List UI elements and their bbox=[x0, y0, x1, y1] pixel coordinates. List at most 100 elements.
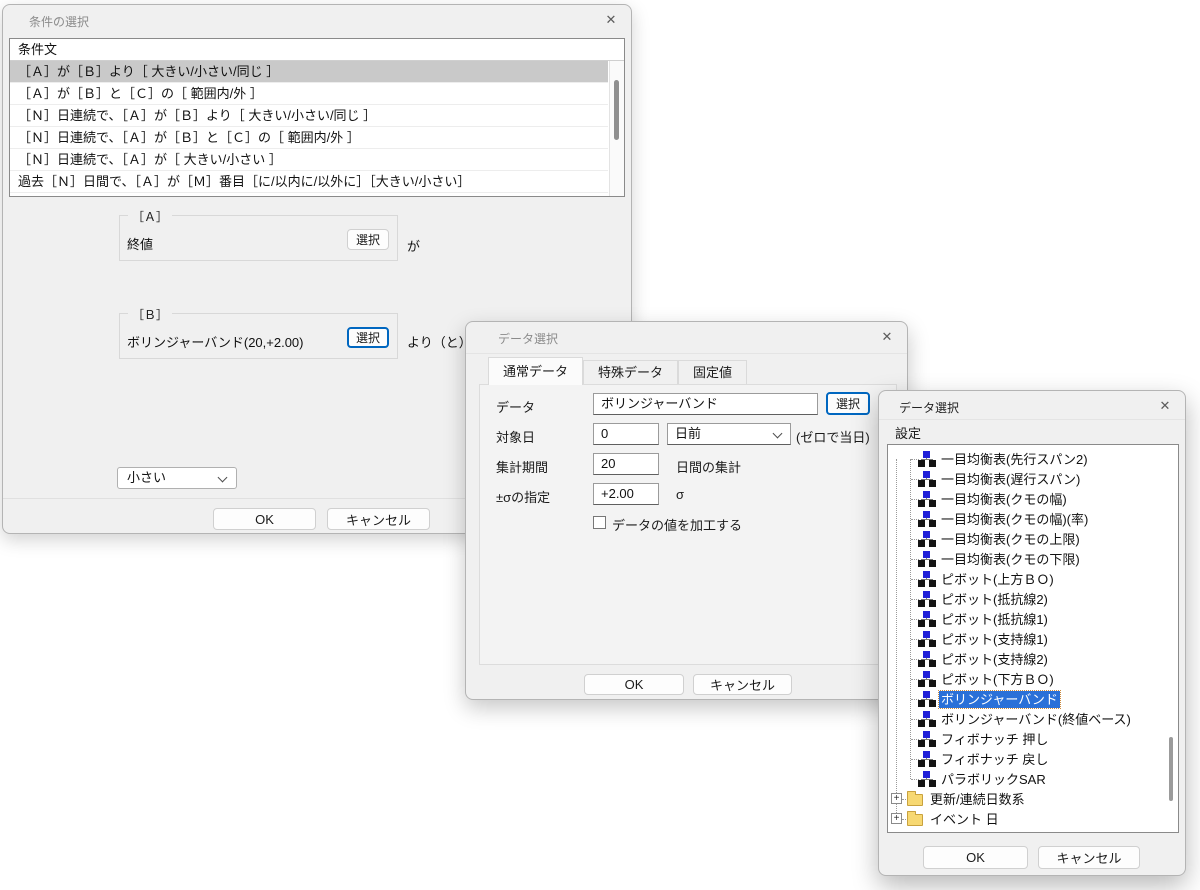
chevron-down-icon bbox=[217, 472, 228, 483]
tree-item-label: パラボリックSAR bbox=[941, 771, 1046, 787]
indicator-tree[interactable]: 一目均衡表(先行スパン2) 一目均衡表(遅行スパン) 一目均衡表(クモの幅) 一目均衡… bbox=[887, 444, 1179, 833]
process-value-checkbox[interactable] bbox=[593, 516, 606, 529]
sigma-label: ±σの指定 bbox=[496, 490, 551, 505]
indicator-icon bbox=[918, 571, 936, 587]
tree-leaf-item[interactable]: パラボリックSAR bbox=[888, 769, 1162, 789]
data-select-dialog: データ選択 ✕ 通常データ 特殊データ 固定値 データ ボリンジャーバンド 選択… bbox=[465, 321, 908, 700]
period-label: 集計期間 bbox=[496, 460, 549, 475]
expand-plus-icon[interactable]: + bbox=[891, 813, 902, 824]
menu-settings[interactable]: 設定 bbox=[891, 422, 925, 443]
tree-leaf-item[interactable]: ピボット(抵抗線2) bbox=[888, 589, 1162, 609]
tab-fixed-value[interactable]: 固定値 bbox=[678, 360, 748, 385]
tree-leaf-item[interactable]: ピボット(支持線1) bbox=[888, 629, 1162, 649]
tree-item-label: イベント 日 bbox=[930, 811, 999, 827]
scrollbar-thumb[interactable] bbox=[614, 80, 619, 140]
tree-item-label: フィボナッチ 押し bbox=[941, 731, 1049, 747]
tree-leaf-item[interactable]: ボリンジャーバンド bbox=[888, 689, 1162, 709]
tree-leaf-item[interactable]: 一目均衡表(クモの上限) bbox=[888, 529, 1162, 549]
operand-a-select-button[interactable]: 選択 bbox=[347, 229, 389, 250]
indicator-icon bbox=[918, 711, 936, 727]
tree-item-label: 一目均衡表(クモの下限) bbox=[941, 551, 1080, 567]
condition-list-row[interactable]: ［Ｎ］日連続で、［Ａ］が［Ｂ］より［ 大きい/小さい/同じ ］ bbox=[10, 105, 608, 127]
sigma-input[interactable]: +2.00 bbox=[593, 483, 659, 505]
tree-leaf-item[interactable]: ピボット(抵抗線1) bbox=[888, 609, 1162, 629]
tree-leaf-item[interactable]: フィボナッチ 押し bbox=[888, 729, 1162, 749]
operand-b-value: ボリンジャーバンド(20,+2.00) bbox=[127, 335, 304, 350]
data-input[interactable]: ボリンジャーバンド bbox=[593, 393, 818, 415]
indicator-icon bbox=[918, 591, 936, 607]
operand-a-groupbox: ［Ａ］ 終値 選択 bbox=[119, 208, 398, 261]
condition-ok-button[interactable]: OK bbox=[213, 508, 316, 530]
tree-item-label: ピボット(下方ＢＯ) bbox=[941, 671, 1054, 687]
condition-list-row[interactable]: ［Ａ］が［Ｂ］と［Ｃ］の［ 範囲内/外 ］ bbox=[10, 83, 608, 105]
close-icon[interactable]: ✕ bbox=[600, 10, 622, 30]
data-ok-button[interactable]: OK bbox=[584, 674, 684, 695]
data-tree-dialog: データ選択 ✕ 設定 一目均衡表(先行スパン2) 一目均衡表(遅行スパン) 一目均衡… bbox=[878, 390, 1186, 876]
operand-b-select-button[interactable]: 選択 bbox=[347, 327, 389, 348]
condition-list-row[interactable]: ［Ａ］が［Ｂ］より［ 大きい/小さい/同じ ］ bbox=[10, 61, 608, 83]
condition-dialog-titlebar[interactable]: 条件の選択 ✕ bbox=[3, 5, 631, 33]
tree-ok-button[interactable]: OK bbox=[923, 846, 1028, 869]
condition-list-row[interactable]: ［Ｎ］日連続で、［Ａ］が［ 大きい/小さい ］ bbox=[10, 149, 608, 171]
target-day-input[interactable]: 0 bbox=[593, 423, 659, 445]
chevron-down-icon bbox=[772, 428, 783, 439]
tree-item-label: ピボット(支持線2) bbox=[941, 651, 1048, 667]
tree-leaf-item[interactable]: ピボット(上方ＢＯ) bbox=[888, 569, 1162, 589]
operand-b-label: ［Ｂ］ bbox=[128, 306, 173, 323]
tree-folder-item[interactable]: + 更新/連続日数系 bbox=[888, 789, 1162, 809]
condition-list-row[interactable]: ［Ｎ］日連続で、［Ａ］が［Ｂ］と［Ｃ］の［ 範囲内/外 ］ bbox=[10, 127, 608, 149]
tree-leaf-item[interactable]: 一目均衡表(遅行スパン) bbox=[888, 469, 1162, 489]
target-day-note: (ゼロで当日) bbox=[796, 430, 870, 445]
tab-special-data[interactable]: 特殊データ bbox=[583, 360, 679, 385]
indicator-icon bbox=[918, 651, 936, 667]
expand-plus-icon[interactable]: + bbox=[891, 793, 902, 804]
tree-leaf-item[interactable]: 一目均衡表(先行スパン2) bbox=[888, 449, 1162, 469]
condition-dialog-title: 条件の選択 bbox=[29, 15, 90, 29]
sigma-suffix: σ bbox=[676, 487, 685, 502]
data-dialog-titlebar[interactable]: データ選択 ✕ bbox=[466, 322, 907, 350]
condition-list[interactable]: 条件文 ［Ａ］が［Ｂ］より［ 大きい/小さい/同じ ］ ［Ａ］が［Ｂ］と［Ｃ］の［… bbox=[9, 38, 625, 197]
folder-icon bbox=[907, 791, 923, 806]
indicator-icon bbox=[918, 671, 936, 687]
tree-leaf-item[interactable]: ボリンジャーバンド(終値ベース) bbox=[888, 709, 1162, 729]
tree-item-label: ピボット(抵抗線1) bbox=[941, 611, 1048, 627]
indicator-icon bbox=[918, 491, 936, 507]
tree-leaf-item[interactable]: ピボット(支持線2) bbox=[888, 649, 1162, 669]
tree-item-label: ピボット(抵抗線2) bbox=[941, 591, 1048, 607]
process-value-checkbox-label: データの値を加工する bbox=[612, 518, 743, 533]
tree-item-label: ボリンジャーバンド(終値ベース) bbox=[941, 711, 1131, 727]
target-day-label: 対象日 bbox=[496, 430, 536, 445]
tree-dialog-title: データ選択 bbox=[899, 401, 960, 415]
tree-dialog-titlebar[interactable]: データ選択 ✕ bbox=[879, 391, 1185, 419]
tree-leaf-item[interactable]: フィボナッチ 戻し bbox=[888, 749, 1162, 769]
tree-item-label: 一目均衡表(クモの上限) bbox=[941, 531, 1080, 547]
data-cancel-button[interactable]: キャンセル bbox=[693, 674, 792, 695]
tree-item-label: 更新/連続日数系 bbox=[930, 791, 1025, 807]
tree-leaf-item[interactable]: ピボット(下方ＢＯ) bbox=[888, 669, 1162, 689]
condition-list-row[interactable]: 過去［Ｎ］日間で、［Ａ］が［Ｍ］番目［に/以内に/以外に］［大きい/小さい］ bbox=[10, 171, 608, 193]
tree-leaf-item[interactable]: 一目均衡表(クモの幅)(率) bbox=[888, 509, 1162, 529]
tab-normal-data[interactable]: 通常データ bbox=[488, 357, 584, 385]
target-day-unit-dropdown[interactable]: 日前 bbox=[667, 423, 791, 445]
comparison-dropdown[interactable]: 小さい bbox=[117, 467, 237, 489]
tree-item-label: ピボット(上方ＢＯ) bbox=[941, 571, 1054, 587]
indicator-icon bbox=[918, 451, 936, 467]
scrollbar-thumb[interactable] bbox=[1169, 737, 1173, 801]
comparison-dropdown-value: 小さい bbox=[127, 470, 167, 485]
indicator-icon bbox=[918, 691, 936, 707]
tree-item-label: 一目均衡表(クモの幅)(率) bbox=[941, 511, 1089, 527]
period-input[interactable]: 20 bbox=[593, 453, 659, 475]
close-icon[interactable]: ✕ bbox=[876, 327, 898, 347]
indicator-icon bbox=[918, 611, 936, 627]
tree-item-label: 一目均衡表(遅行スパン) bbox=[941, 471, 1081, 487]
close-icon[interactable]: ✕ bbox=[1154, 396, 1176, 416]
tree-cancel-button[interactable]: キャンセル bbox=[1038, 846, 1140, 869]
tree-leaf-item[interactable]: 一目均衡表(クモの下限) bbox=[888, 549, 1162, 569]
indicator-icon bbox=[918, 511, 936, 527]
tree-leaf-item[interactable]: 一目均衡表(クモの幅) bbox=[888, 489, 1162, 509]
desktop-background: 条件の選択 ✕ 条件文 ［Ａ］が［Ｂ］より［ 大きい/小さい/同じ ］ ［Ａ］が［… bbox=[0, 0, 1200, 890]
condition-cancel-button[interactable]: キャンセル bbox=[327, 508, 430, 530]
tree-folder-item[interactable]: + イベント 日 bbox=[888, 809, 1162, 829]
condition-list-scrollbar[interactable] bbox=[609, 61, 624, 196]
data-select-button[interactable]: 選択 bbox=[826, 392, 870, 415]
